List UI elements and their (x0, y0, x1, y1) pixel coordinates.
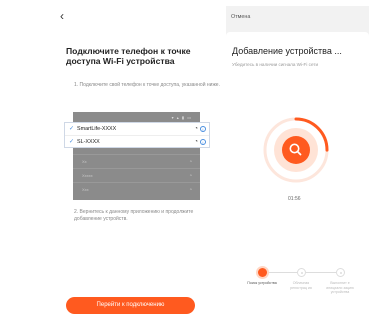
check-icon: ✓ (69, 139, 75, 145)
step-connector (306, 272, 336, 273)
instruction-step-1: 1. Подключите свой телефон к точке досту… (74, 82, 220, 88)
go-to-connection-button[interactable]: Перейти к подключению (66, 297, 195, 314)
info-icon[interactable]: i (200, 126, 206, 132)
wifi-network-name: Xxxxx (82, 173, 93, 178)
page-title: Подключите телефон к точке доступа Wi-Fi… (66, 46, 191, 66)
wifi-network-name: Xx (82, 159, 87, 164)
progress-card: Добавление устройства ... Убедитесь в на… (226, 32, 369, 315)
network-name: SmartLife-XXXX (77, 126, 117, 132)
wifi-signal-icon: ◔ (188, 159, 192, 165)
wifi-network-row: Xx ◔ (73, 154, 200, 168)
step-dot-search (258, 268, 267, 277)
adding-device-screen: Отмена Добавление устройства ... Убедите… (226, 6, 369, 315)
wifi-network-row: Xxxxx ◔ (73, 168, 200, 182)
step-label-init: Выполнит е инициали зацию устройства (326, 281, 354, 295)
check-icon: ✓ (69, 126, 75, 132)
chevron-left-icon[interactable]: ‹ (60, 9, 64, 23)
progress-steps: Поиск устройства Облачная регистрац ия В… (226, 268, 369, 308)
wifi-instructions-screen: ‹ Подключите телефон к точке доступа Wi-… (0, 0, 240, 321)
wifi-signal-icon: ◔ (194, 126, 198, 132)
wifi-signal-icon: ◔ (194, 139, 198, 145)
device-network-list: ✓ SmartLife-XXXX ◔ i ✓ SL-XXXX ◔ i (64, 122, 210, 148)
wifi-network-row: Xxx ◔ (73, 182, 200, 196)
network-name: SL-XXXX (77, 139, 100, 145)
cancel-button[interactable]: Отмена (231, 14, 250, 20)
step-dot-init (336, 268, 345, 277)
step-label-cloud: Облачная регистрац ия (290, 281, 312, 290)
device-network-row[interactable]: ✓ SL-XXXX ◔ i (65, 135, 209, 147)
page-title: Добавление устройства ... (232, 46, 342, 56)
status-bar: ▾ ▴ ▮ ▭ (171, 115, 192, 120)
step-dot-cloud (297, 268, 306, 277)
step-label-search: Поиск устройства (247, 281, 277, 285)
countdown-timer: 01:56 (288, 196, 301, 202)
info-icon[interactable]: i (200, 139, 206, 145)
wifi-hint: Убедитесь в наличии сигнала Wi-Fi сети (232, 62, 319, 67)
wifi-signal-icon: ◔ (188, 173, 192, 179)
search-progress-ring (256, 110, 336, 190)
wifi-network-name: Xxx (82, 187, 89, 192)
device-network-row[interactable]: ✓ SmartLife-XXXX ◔ i (65, 123, 209, 135)
instruction-step-2: 2. Вернитесь к данному приложению и прод… (74, 209, 194, 222)
step-connector (267, 272, 297, 273)
wifi-signal-icon: ◔ (188, 187, 192, 193)
